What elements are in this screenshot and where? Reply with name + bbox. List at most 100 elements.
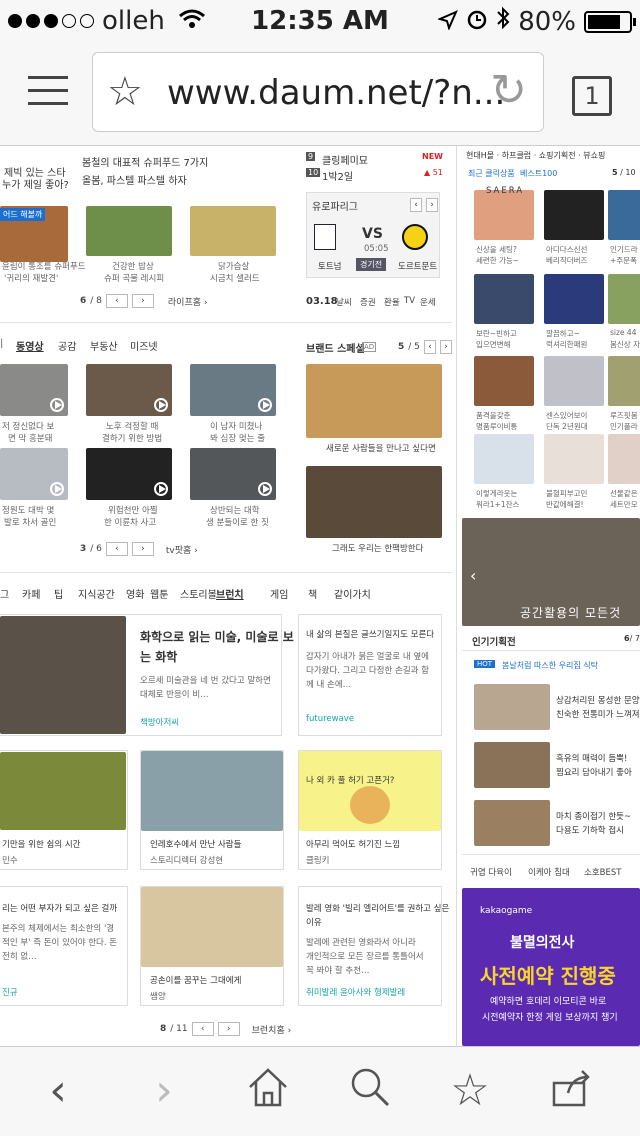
product-image[interactable] — [474, 356, 534, 406]
author-link[interactable]: 취미발레 윤아사와 형제발레 — [306, 986, 405, 998]
article-author[interactable]: 클링키 — [306, 854, 329, 866]
category-tab[interactable]: 지식공간 — [78, 586, 115, 601]
plan-tab[interactable]: 귀엽 다육이 — [470, 866, 512, 878]
plan-image[interactable] — [474, 800, 550, 846]
food-caption[interactable]: '귀리의 재발견' — [4, 272, 58, 284]
feature-title[interactable]: 는 화학 — [140, 648, 177, 665]
next-button[interactable]: › — [131, 294, 154, 308]
video-caption[interactable]: 한 이륜차 사고 — [104, 516, 156, 528]
product-caption[interactable]: 보란~빈하고 — [476, 328, 517, 339]
product-caption[interactable]: 신상을 세팅? — [476, 244, 517, 255]
video-thumb[interactable] — [190, 448, 276, 500]
next-button[interactable]: › — [439, 340, 452, 354]
more-link[interactable]: 브런치홈 › — [252, 1023, 292, 1036]
category-tab[interactable]: 팁 — [54, 586, 63, 601]
article-title[interactable]: 리는 어떤 부자가 되고 싶은 걸까 — [2, 902, 117, 914]
video-thumb[interactable] — [0, 448, 68, 500]
product-caption[interactable]: 세련한 가능~ — [476, 255, 519, 266]
video-caption[interactable]: 상반되는 대학 — [210, 504, 260, 516]
article-title[interactable]: 인레호수에서 만난 사람들 — [150, 838, 241, 850]
next-button[interactable]: › — [131, 542, 154, 556]
product-caption[interactable]: 베리직더버즈 — [546, 255, 587, 266]
feature-title[interactable]: 화학으로 읽는 미술, 미술로 보 — [140, 628, 294, 645]
info-tab[interactable]: 운세 — [420, 296, 436, 308]
next-button[interactable]: › — [217, 1022, 240, 1036]
article-title[interactable]: 발레 영화 '빌리 엘리어트'를 권하고 싶은 — [306, 902, 449, 914]
product-caption[interactable]: 아디다스신선 — [546, 244, 587, 255]
article-author[interactable]: 쌤양 — [150, 990, 166, 1002]
food-image[interactable] — [86, 206, 172, 256]
forward-icon[interactable]: › — [134, 1065, 194, 1116]
author-link[interactable]: 책방아저씨 — [140, 716, 179, 728]
video-caption[interactable]: 정원도 대박 몇 — [2, 504, 54, 516]
tab-count-button[interactable]: 1 — [572, 76, 612, 116]
category-tab[interactable]: 브런치 — [216, 586, 244, 601]
product-caption[interactable]: 워라1+1잔스 — [476, 499, 519, 510]
food-caption[interactable]: 시금치 샐러드 — [210, 272, 260, 284]
video-caption[interactable]: 면 막 흥분돼 — [8, 432, 53, 444]
product-caption[interactable]: 센스있어보이 — [546, 410, 587, 421]
home-icon[interactable] — [238, 1065, 298, 1120]
product-caption[interactable]: 명품루이비통 — [476, 421, 517, 432]
plan-desc[interactable]: 찜요리 담아내기 좋아 — [556, 766, 632, 778]
product-image[interactable] — [544, 434, 604, 484]
video-thumb[interactable] — [86, 364, 172, 416]
tab-miznet[interactable]: 미즈넷 — [130, 338, 158, 353]
category-tab[interactable]: 웹툰 — [150, 586, 168, 601]
video-caption[interactable]: 봐 심장 멎는 줄 — [210, 432, 265, 444]
plan-image[interactable] — [474, 742, 550, 788]
product-image[interactable] — [608, 190, 640, 240]
product-caption[interactable]: 입으면변해 — [476, 339, 511, 350]
article-title[interactable]: 이유 — [306, 916, 322, 928]
plan-desc[interactable]: 다용도 기하학 접시 — [556, 824, 624, 836]
product-image[interactable] — [608, 274, 640, 324]
product-caption[interactable]: 봄신상 자 — [610, 339, 640, 350]
product-caption[interactable]: 럭셔리한패원 — [546, 339, 587, 350]
video-thumb[interactable] — [190, 364, 276, 416]
video-caption[interactable]: 노후 걱정할 때 — [106, 420, 158, 432]
prev-button[interactable]: ‹ — [423, 340, 436, 354]
brand-image[interactable] — [306, 364, 442, 438]
info-tab[interactable]: 날씨 — [336, 296, 352, 308]
info-tab[interactable]: 환율 — [384, 296, 400, 308]
article-author[interactable]: 민수 — [2, 854, 18, 866]
team-home[interactable]: 토트넘 — [318, 260, 341, 272]
article-title[interactable]: 공손이를 꿈꾸는 그대에게 — [150, 974, 241, 986]
product-caption[interactable]: 인기폴라 — [610, 421, 638, 432]
author-link[interactable]: 진규 — [2, 986, 18, 998]
category-tab[interactable]: 카페 — [22, 586, 40, 601]
category-tab[interactable]: 게임 — [270, 586, 288, 601]
article-title[interactable]: 기만을 위한 쉼의 시간 — [2, 838, 81, 850]
headline[interactable]: 올봄, 파스텔 파스텔 하자 — [82, 172, 187, 187]
product-caption[interactable]: size 44 — [610, 328, 636, 337]
food-image[interactable] — [190, 206, 276, 256]
article-image[interactable] — [141, 751, 283, 831]
banner-prev-icon[interactable]: ‹ — [470, 566, 476, 585]
next-button[interactable]: › — [426, 198, 438, 212]
article-title[interactable]: 아무리 먹어도 허기진 느낌 — [306, 838, 400, 850]
tab-empathy[interactable]: 공감 — [58, 338, 76, 353]
video-caption[interactable]: 발로 차서 골인 — [4, 516, 56, 528]
book-image[interactable] — [141, 887, 283, 967]
product-caption[interactable]: 반값에해결! — [546, 499, 584, 510]
product-image[interactable] — [544, 356, 604, 406]
video-thumb[interactable] — [0, 364, 68, 416]
prev-button[interactable]: ‹ — [410, 198, 422, 212]
prev-button[interactable]: ‹ — [105, 542, 128, 556]
product-image[interactable] — [544, 190, 604, 240]
info-tab[interactable]: TV — [404, 296, 415, 306]
share-icon[interactable] — [542, 1065, 602, 1120]
tab-recent[interactable]: 최근 클릭상품 — [468, 168, 515, 179]
category-tab[interactable]: 책 — [308, 586, 317, 601]
headline[interactable]: 봄철의 대표적 슈퍼푸드 7가지 — [82, 154, 208, 169]
video-caption[interactable]: 이 남자 미쳤나 — [210, 420, 262, 432]
painting-image[interactable] — [0, 616, 126, 734]
food-caption[interactable]: 윤림이 통조를 슈퍼푸드 — [2, 260, 86, 272]
author-link[interactable]: futurewave — [306, 714, 354, 724]
product-caption[interactable]: 이렇게라웃는 — [476, 488, 517, 499]
video-caption[interactable]: 저 정신없다 보 — [2, 420, 54, 432]
url-text[interactable]: www.daum.net/?n... — [167, 73, 505, 113]
rank-item[interactable]: 클링페미묘 — [322, 152, 368, 167]
category-tab[interactable]: 같이가치 — [334, 586, 371, 601]
category-tab[interactable]: 영화 — [126, 586, 144, 601]
